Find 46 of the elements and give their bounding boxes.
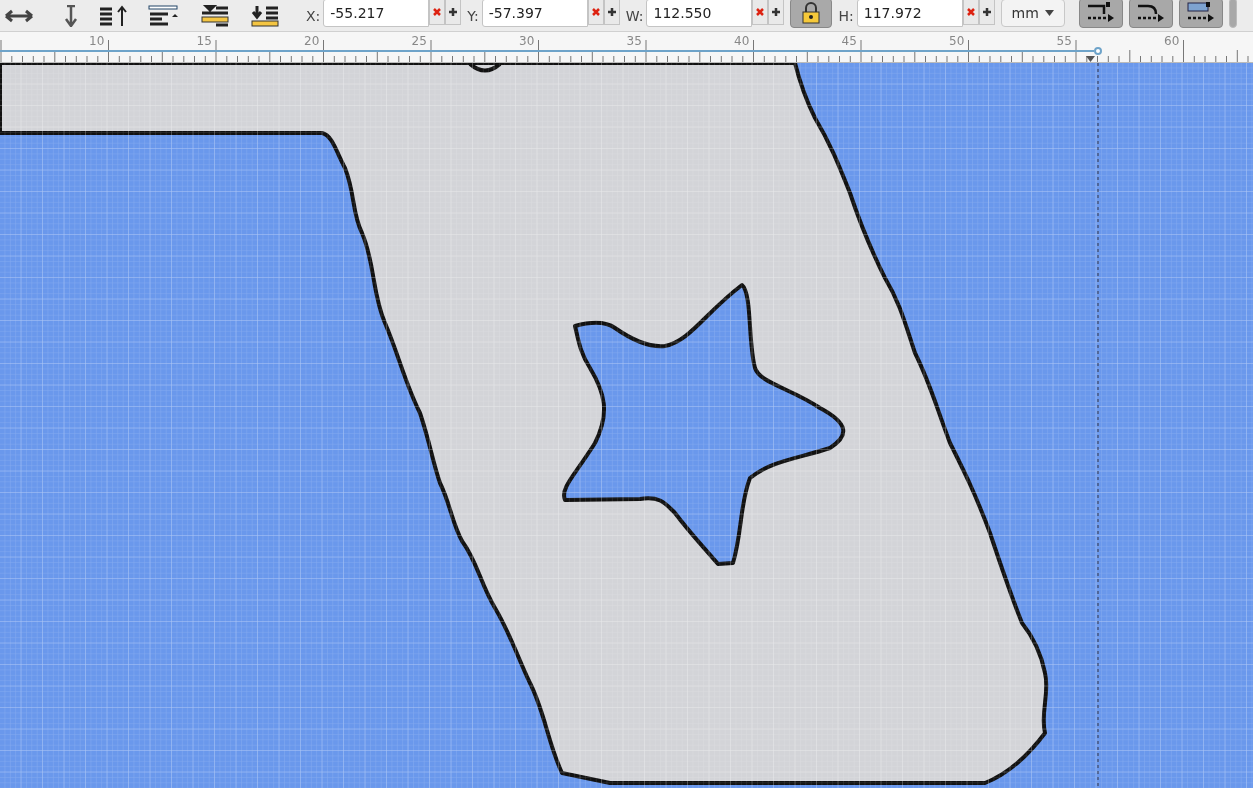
ruler-label: 30 — [519, 34, 535, 48]
close-icon — [590, 6, 601, 17]
field-label: X: — [306, 7, 321, 24]
toggle-button[interactable] — [1128, 0, 1173, 28]
number-field[interactable]: 117.972 — [856, 0, 963, 27]
distribute-icon[interactable] — [200, 4, 230, 27]
ruler-label: 50 — [949, 34, 965, 48]
ruler-label: 25 — [411, 34, 427, 48]
ruler-label: 15 — [196, 34, 212, 48]
toggle-button[interactable] — [1178, 0, 1223, 28]
lock-button[interactable] — [790, 0, 833, 28]
align-bottom-icon[interactable] — [250, 4, 280, 27]
clear-button[interactable] — [429, 0, 446, 25]
plus-icon — [448, 6, 459, 17]
increment-button[interactable] — [768, 0, 785, 25]
toggle-button[interactable] — [1078, 0, 1123, 28]
vertical-arrow-icon[interactable] — [64, 4, 78, 27]
number-field[interactable]: 112.550 — [646, 0, 753, 27]
plus-icon — [606, 6, 617, 17]
close-icon — [965, 6, 976, 17]
clear-button[interactable] — [752, 0, 769, 25]
ruler-label: 35 — [626, 34, 642, 48]
field-label: W: — [625, 7, 644, 24]
close-icon — [432, 6, 443, 17]
ruler-label: 40 — [734, 34, 750, 48]
horizontal-arrows-icon[interactable] — [4, 7, 34, 24]
increment-button[interactable] — [445, 0, 462, 25]
close-icon — [755, 6, 766, 17]
align-text-icon[interactable] — [148, 4, 180, 27]
ruler-label: 20 — [304, 34, 320, 48]
ruler-label: 45 — [841, 34, 857, 48]
field-label: Y: — [467, 7, 479, 24]
plus-icon — [981, 6, 992, 17]
padlock-icon — [800, 1, 823, 24]
caret-icon — [1044, 9, 1054, 16]
dotted-arrow-icon — [1185, 1, 1216, 24]
number-field[interactable]: -57.397 — [481, 0, 588, 27]
number-field[interactable]: -55.217 — [323, 0, 430, 27]
raise-order-icon[interactable] — [98, 4, 128, 27]
dotted-arrow-icon — [1085, 1, 1116, 24]
plus-icon — [771, 6, 782, 17]
unit-dropdown[interactable]: mm — [1000, 0, 1065, 27]
ruler-label: 10 — [89, 34, 105, 48]
ruler-label: 60 — [1164, 34, 1180, 48]
field-label: H: — [838, 7, 854, 24]
ruler-label: 55 — [1056, 34, 1072, 48]
